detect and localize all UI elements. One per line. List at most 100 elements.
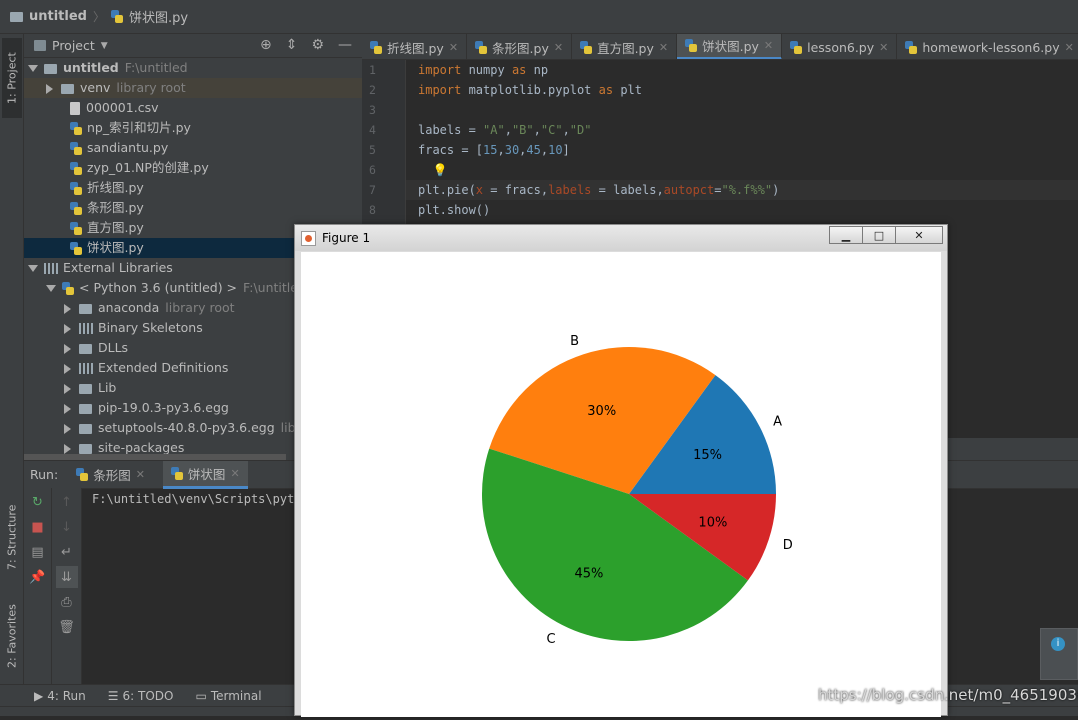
chevron-right-icon[interactable] — [64, 383, 71, 394]
chevron-right-icon[interactable] — [64, 303, 71, 314]
bottom-tab-todo[interactable]: ☰ 6: TODO — [108, 689, 174, 703]
notification-popup[interactable]: i — [1040, 628, 1078, 680]
arrow-up-icon[interactable]: ↑ — [56, 491, 78, 513]
breadcrumb-file[interactable]: 饼状图.py — [129, 7, 188, 26]
minimize-button[interactable]: ▁ — [829, 226, 863, 244]
library-icon — [79, 363, 93, 374]
collapse-icon[interactable]: ⇕ — [286, 37, 298, 53]
close-icon[interactable]: ✕ — [1065, 41, 1074, 54]
close-icon[interactable]: ✕ — [449, 41, 458, 54]
tree-item[interactable]: np_索引和切片.py — [24, 118, 362, 138]
chevron-down-icon[interactable] — [28, 65, 38, 72]
close-button[interactable]: ✕ — [895, 226, 943, 244]
close-icon[interactable]: ✕ — [879, 41, 888, 54]
chevron-right-icon[interactable] — [64, 323, 71, 334]
tool-tab-project[interactable]: 1: Project — [2, 38, 22, 118]
close-icon[interactable]: ✕ — [230, 467, 239, 480]
tree-item[interactable]: sandiantu.py — [24, 138, 362, 158]
breadcrumb-project[interactable]: untitled — [29, 9, 87, 24]
folder-icon — [79, 343, 92, 354]
tool-tab-structure[interactable]: 7: Structure — [2, 494, 22, 580]
tree-item-label: venv — [80, 80, 111, 95]
folder-icon — [79, 303, 92, 314]
chevron-right-icon[interactable] — [64, 423, 71, 434]
chevron-down-icon[interactable]: ▼ — [101, 41, 108, 51]
figure-window[interactable]: Figure 1 ▁ □ ✕ A 15% B 30% C 45% D 10% — [294, 224, 948, 717]
tree-item-label: anaconda — [98, 300, 160, 315]
folder-icon — [44, 63, 57, 74]
editor-tab[interactable]: lesson6.py ✕ — [782, 34, 898, 59]
tree-item[interactable]: 折线图.py — [24, 178, 362, 198]
editor-tab[interactable]: homework-lesson6.py ✕ — [897, 34, 1078, 59]
tree-item-hint: library root — [116, 80, 186, 95]
scroll-to-end-icon[interactable]: ⇊ — [55, 566, 78, 588]
python-file-icon — [475, 40, 488, 54]
chevron-right-icon[interactable] — [64, 343, 71, 354]
close-icon[interactable]: ✕ — [764, 39, 773, 52]
chevron-right-icon[interactable] — [64, 403, 71, 414]
project-panel-title[interactable]: Project — [52, 38, 95, 53]
python-file-icon — [70, 122, 82, 135]
editor-tab[interactable]: 折线图.py ✕ — [362, 34, 468, 59]
bottom-tab-label: Terminal — [210, 688, 262, 703]
tree-item[interactable]: untitled F:\untitled — [24, 58, 362, 78]
tree-item-label: Lib — [98, 380, 117, 395]
editor-tab-label: homework-lesson6.py — [922, 39, 1060, 55]
figure-title-bar[interactable]: Figure 1 ▁ □ ✕ — [295, 225, 947, 251]
bottom-tab-terminal[interactable]: ▭ Terminal — [195, 689, 261, 703]
close-icon[interactable]: ✕ — [659, 41, 668, 54]
pie-percent-label: 45% — [575, 567, 604, 582]
soft-wrap-icon[interactable]: ↵ — [56, 541, 78, 563]
run-tab-pie-chart[interactable]: 饼状图 ✕ — [162, 460, 248, 489]
pin-icon[interactable]: 📌 — [27, 566, 49, 588]
pie-label: A — [773, 415, 782, 430]
hide-icon[interactable]: — — [338, 37, 352, 53]
chevron-down-icon[interactable] — [28, 265, 38, 272]
info-icon: i — [1051, 637, 1065, 651]
tree-item[interactable]: 000001.csv — [24, 98, 362, 118]
editor-tab[interactable]: 饼状图.py ✕ — [677, 34, 783, 59]
rerun-icon[interactable]: ↻ — [27, 491, 49, 513]
maximize-button[interactable]: □ — [862, 226, 896, 244]
print-icon[interactable]: ⎙ — [56, 591, 78, 613]
code-line-5: fracs = [15,30,45,10] — [418, 143, 570, 157]
gear-icon[interactable]: ⚙ — [311, 37, 324, 53]
code-line-6: 💡 — [406, 160, 1078, 180]
python-file-icon — [62, 282, 74, 295]
tree-item[interactable]: zyp_01.NP的创建.py — [24, 158, 362, 178]
arrow-down-icon[interactable]: ↓ — [56, 516, 78, 538]
tree-item[interactable]: venv library root — [24, 78, 362, 98]
bottom-tab-label: 4: Run — [47, 688, 86, 703]
trash-icon[interactable]: 🗑 — [56, 616, 78, 638]
layout-icon[interactable]: ▤ — [27, 541, 49, 563]
line-number: 5 — [369, 143, 376, 157]
line-number: 1 — [369, 63, 376, 77]
chevron-down-icon[interactable] — [46, 285, 56, 292]
lightbulb-icon[interactable]: 💡 — [432, 163, 447, 177]
line-number: 2 — [369, 83, 376, 97]
tree-item-label: site-packages — [98, 440, 185, 455]
tool-tab-favorites[interactable]: 2: Favorites — [2, 594, 22, 678]
tree-item-label: External Libraries — [63, 260, 173, 275]
tree-item-label: zyp_01.NP的创建.py — [87, 160, 209, 175]
left-tool-strip: 1: Project 7: Structure 2: Favorites — [0, 34, 24, 684]
project-panel-header: Project ▼ ⊕ ⇕ ⚙ — — [24, 34, 362, 58]
bottom-tab-run[interactable]: ▶ 4: Run — [34, 689, 86, 703]
run-tab-bar-chart[interactable]: 条形图 ✕ — [68, 461, 153, 489]
terminal-icon: ▭ — [195, 688, 207, 703]
stop-icon[interactable]: ■ — [27, 516, 49, 538]
editor-tab[interactable]: 直方图.py ✕ — [572, 34, 678, 59]
locate-icon[interactable]: ⊕ — [260, 37, 272, 53]
editor-tab-label: 条形图.py — [492, 40, 549, 56]
chevron-right-icon[interactable] — [64, 363, 71, 374]
close-icon[interactable]: ✕ — [136, 468, 145, 481]
close-icon[interactable]: ✕ — [554, 41, 563, 54]
tree-item[interactable]: 条形图.py — [24, 198, 362, 218]
chevron-right-icon[interactable] — [64, 443, 71, 454]
python-file-icon — [370, 40, 382, 54]
folder-icon — [61, 83, 74, 94]
editor-tab[interactable]: 条形图.py ✕ — [467, 34, 573, 59]
python-file-icon — [905, 40, 918, 54]
chevron-right-icon[interactable] — [46, 83, 53, 94]
figure-title: Figure 1 — [322, 231, 371, 245]
